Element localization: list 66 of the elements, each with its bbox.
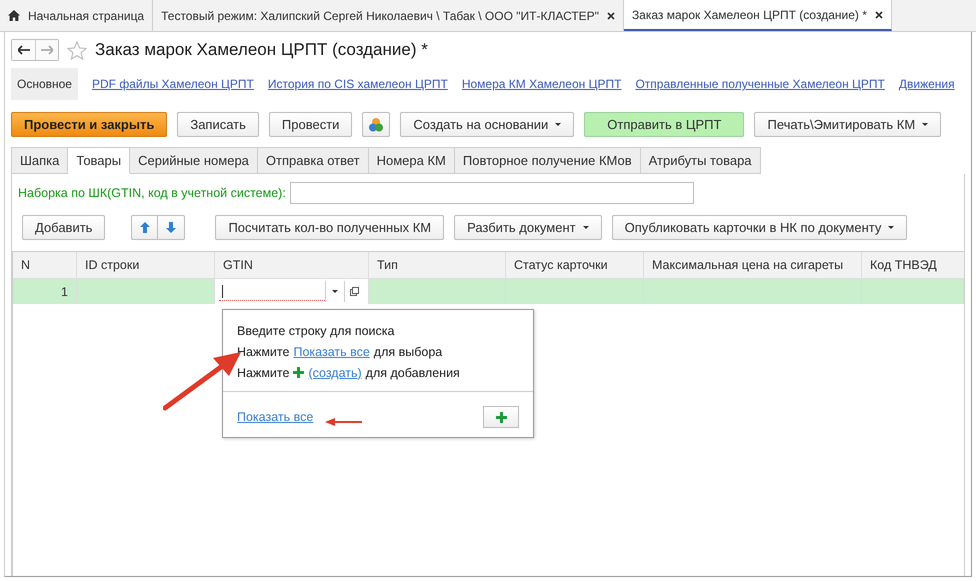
forward-arrow-icon (41, 45, 53, 55)
arrow-annotation (325, 417, 363, 427)
field-label: Наборка по ШК(GTIN, код в учетной системе): (18, 186, 286, 200)
column-header[interactable]: ID строки (77, 252, 215, 278)
home-icon (8, 10, 20, 21)
toolbar-button[interactable]: Провести (268, 112, 352, 137)
dropdown-button[interactable]: Печать\Эмитировать КМ (754, 112, 942, 137)
down-arrow-icon (166, 222, 176, 233)
form-tab[interactable]: Товары (68, 147, 130, 174)
caret-icon (582, 226, 589, 229)
dropdown-button[interactable]: Опубликовать карточки в НК по документу (612, 215, 908, 240)
column-header[interactable]: GTIN (215, 252, 369, 278)
dropdown-button[interactable]: Разбить документ (454, 215, 602, 240)
form-tab[interactable]: Шапка (11, 147, 68, 174)
section-link[interactable]: История по CIS хамелеон ЦРПТ (268, 77, 448, 91)
caret-icon (555, 123, 562, 126)
show-all-link[interactable]: Показать все (293, 344, 370, 358)
section-tab[interactable]: Основное (11, 68, 78, 100)
form-tab[interactable]: Атрибуты товара (640, 147, 761, 174)
up-arrow-icon (140, 222, 150, 233)
section-link[interactable]: PDF файлы Хамелеон ЦРПТ (92, 77, 254, 91)
circles-icon-button[interactable] (362, 112, 390, 137)
column-header[interactable]: Максимальная цена на сигареты (644, 252, 862, 278)
post-and-close-button[interactable]: Провести и закрыть (11, 112, 168, 137)
section-link[interactable]: Движения (898, 77, 955, 91)
form-tab[interactable]: Серийные номера (130, 147, 258, 174)
hint-text: для выбора (374, 344, 442, 358)
section-link[interactable]: Номера КМ Хамелеон ЦРПТ (462, 77, 622, 91)
row-number: 1 (61, 284, 68, 298)
form-tab[interactable]: Отправка ответ (258, 147, 369, 174)
column-header[interactable]: N (13, 252, 77, 278)
form-tab[interactable]: Повторное получение КМов (454, 147, 641, 174)
star-icon[interactable] (67, 40, 87, 60)
barcode-input-field[interactable] (290, 182, 694, 204)
column-header[interactable]: Код ТНВЭД (862, 252, 964, 278)
move-up-button[interactable] (131, 215, 158, 240)
close-icon[interactable] (874, 10, 883, 18)
add-button[interactable] (483, 406, 519, 428)
dropdown-button[interactable]: Создать на основании (400, 112, 574, 137)
hint-text: Введите строку для поиска (237, 322, 396, 340)
caret-icon (922, 123, 928, 126)
table-row[interactable]: 1 (13, 279, 964, 304)
show-all-link[interactable]: Показать все (237, 410, 314, 424)
column-header[interactable]: Статус карточки (506, 252, 644, 278)
hint-text: Нажмите (237, 366, 290, 380)
action-button[interactable]: Добавить (22, 215, 106, 240)
plus-icon (293, 367, 304, 378)
back-button[interactable] (12, 40, 35, 60)
form-tab[interactable]: Номера КМ (368, 147, 455, 174)
hint-text: Нажмите (237, 344, 290, 358)
window-tab[interactable]: Заказ марок Хамелеон ЦРПТ (создание) * (624, 0, 892, 31)
create-link[interactable]: (создать) (308, 366, 362, 380)
circles-icon (368, 116, 384, 132)
section-link[interactable]: Отправленные полученные Хамелеон ЦРПТ (635, 77, 885, 91)
action-button[interactable]: Посчитать кол-во полученных КМ (215, 215, 444, 240)
close-icon[interactable] (606, 12, 615, 20)
back-arrow-icon (18, 45, 30, 55)
page-title: Заказ марок Хамелеон ЦРПТ (создание) * (95, 40, 428, 60)
send-button[interactable]: Отправить в ЦРПТ (584, 112, 744, 137)
hint-text: для добавления (366, 366, 460, 380)
column-header[interactable]: Тип (369, 252, 506, 278)
window-tab[interactable]: Начальная страница (0, 0, 154, 31)
move-down-button[interactable] (158, 215, 186, 240)
plus-icon (496, 412, 506, 422)
toolbar-button[interactable]: Записать (177, 112, 259, 137)
caret-icon (888, 226, 894, 229)
